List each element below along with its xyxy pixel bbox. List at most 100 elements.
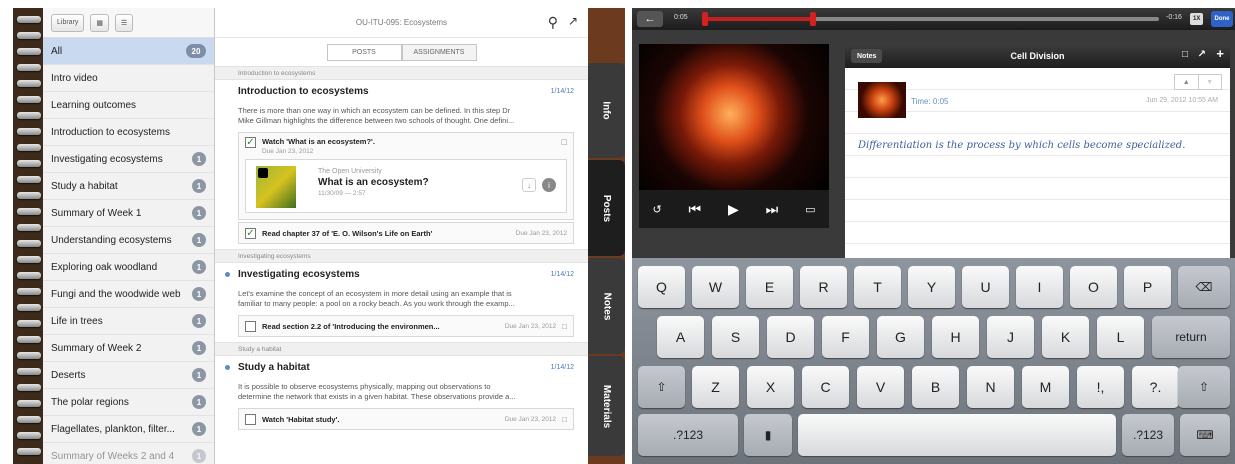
sidebar-item[interactable]: Investigating ecosystems 1 — [43, 146, 214, 173]
post-excerpt: It is possible to observe ecosystems phy… — [238, 378, 574, 406]
key-i[interactable]: I — [1016, 266, 1063, 308]
sidebar-item[interactable]: Life in trees 1 — [43, 308, 214, 335]
key-row3-8[interactable]: ?. — [1132, 366, 1179, 408]
tab-posts[interactable]: POSTS — [326, 43, 402, 61]
next-note-icon[interactable]: ▼ — [1197, 75, 1222, 89]
note-text[interactable]: Differentiation is the process by which … — [858, 140, 1185, 151]
tab-notes[interactable]: Notes — [588, 258, 625, 354]
airplay-icon[interactable]: ▭ — [805, 203, 815, 216]
sidebar-item[interactable]: Deserts 1 — [43, 362, 214, 389]
info-icon[interactable]: i — [542, 178, 556, 192]
previous-icon[interactable]: ⏮ — [689, 201, 702, 218]
key-r[interactable]: R — [800, 266, 847, 308]
key-s[interactable]: S — [712, 316, 759, 358]
key-row3-4[interactable]: B — [912, 366, 959, 408]
key-j[interactable]: J — [987, 316, 1034, 358]
key-a[interactable]: A — [657, 316, 704, 358]
sidebar-item[interactable]: Summary of Week 2 1 — [43, 335, 214, 362]
key-e[interactable]: E — [746, 266, 793, 308]
next-icon[interactable]: ⏭ — [766, 201, 779, 218]
play-icon[interactable]: ▶ — [728, 201, 739, 218]
key-t[interactable]: T — [854, 266, 901, 308]
note-time[interactable]: Time: 0:05 — [911, 97, 949, 106]
sidebar-item[interactable]: Understanding ecosystems 1 — [43, 227, 214, 254]
backspace-key[interactable]: ⌫ — [1178, 266, 1230, 308]
key-row3-3[interactable]: V — [857, 366, 904, 408]
key-row3-0[interactable]: Z — [692, 366, 739, 408]
scrub-thumb[interactable] — [810, 12, 817, 26]
key-row3-5[interactable]: N — [967, 366, 1014, 408]
task-checkbox[interactable] — [245, 320, 256, 332]
shift-right-key[interactable]: ⇧ — [1178, 366, 1230, 408]
grid-view-icon[interactable]: ▦ — [90, 13, 110, 32]
post-study-habitat[interactable]: Study a habitat 1/14/12 It is possible to… — [215, 356, 588, 430]
back-arrow-icon[interactable]: ← — [637, 11, 663, 27]
sidebar-item[interactable]: Flagellates, plankton, filter... 1 — [43, 416, 214, 443]
comment-icon[interactable]: □ — [562, 415, 567, 424]
video-frame-cell-division[interactable] — [639, 44, 829, 190]
notes-button[interactable]: Notes — [851, 49, 883, 63]
space-key[interactable] — [798, 414, 1116, 456]
binder-ring — [17, 112, 41, 119]
download-icon[interactable]: ↓ — [522, 178, 536, 192]
sidebar-item[interactable]: Fungi and the woodwide web 1 — [43, 281, 214, 308]
list-view-icon[interactable]: ☰ — [115, 13, 134, 32]
search-icon[interactable]: ⚲ — [548, 14, 558, 31]
key-p[interactable]: P — [1124, 266, 1171, 308]
post-investigating[interactable]: Investigating ecosystems 1/14/12 Let's ex… — [215, 263, 596, 337]
key-y[interactable]: Y — [908, 266, 955, 308]
progress-track[interactable] — [702, 12, 1159, 26]
speed-button[interactable]: 1X — [1190, 13, 1204, 25]
tab-info[interactable]: Info — [588, 63, 625, 158]
trash-icon[interactable]: □ — [1182, 49, 1188, 60]
key-row3-6[interactable]: M — [1022, 366, 1069, 408]
previous-note-icon[interactable]: ▲ — [1175, 75, 1198, 89]
numbers-key-left[interactable]: .?123 — [638, 414, 738, 456]
key-q[interactable]: Q — [638, 266, 685, 308]
key-row3-7[interactable]: !, — [1077, 366, 1124, 408]
shift-left-key[interactable]: ⇧ — [638, 366, 685, 408]
post-introduction[interactable]: Introduction to ecosystems 1/14/12 There … — [215, 80, 596, 244]
key-w[interactable]: W — [692, 266, 739, 308]
rewind-30-icon[interactable]: ↺ — [652, 203, 661, 216]
task-checkbox[interactable] — [245, 413, 256, 425]
key-g[interactable]: G — [877, 316, 924, 358]
task-checkbox[interactable]: ✓ — [245, 137, 256, 148]
comment-icon[interactable]: □ — [562, 137, 567, 147]
key-f[interactable]: F — [822, 316, 869, 358]
sidebar-item[interactable]: Summary of Weeks 2 and 4 1 — [43, 443, 214, 464]
comment-icon[interactable]: □ — [562, 322, 567, 331]
key-row3-1[interactable]: X — [747, 366, 794, 408]
share-icon[interactable]: ↗ — [568, 14, 578, 28]
add-icon[interactable]: + — [1216, 46, 1224, 61]
sidebar-item[interactable]: Learning outcomes — [43, 92, 214, 119]
numbers-key-right[interactable]: .?123 — [1122, 414, 1174, 456]
done-button[interactable]: Done — [1211, 11, 1233, 27]
key-l[interactable]: L — [1097, 316, 1144, 358]
resource-card[interactable]: The Open University What is an ecosystem… — [245, 159, 567, 213]
key-h[interactable]: H — [932, 316, 979, 358]
sidebar-item[interactable]: Exploring oak woodland 1 — [43, 254, 214, 281]
note-thumbnail[interactable] — [858, 82, 906, 118]
share-icon[interactable]: ↗ — [1198, 49, 1206, 60]
sidebar-item[interactable]: The polar regions 1 — [43, 389, 214, 416]
microphone-icon[interactable]: ▮ — [744, 414, 792, 456]
sidebar-item[interactable]: Study a habitat 1 — [43, 173, 214, 200]
key-u[interactable]: U — [962, 266, 1009, 308]
return-key[interactable]: return — [1152, 316, 1230, 358]
sidebar-item[interactable]: Intro video — [43, 65, 214, 92]
sidebar-item[interactable]: Summary of Week 1 1 — [43, 200, 214, 227]
keyboard-dismiss-icon[interactable]: ⌨ — [1180, 414, 1230, 456]
task-checkbox[interactable]: ✓ — [245, 227, 256, 239]
sidebar-item[interactable]: Introduction to ecosystems — [43, 119, 214, 146]
library-button[interactable]: Library — [51, 13, 85, 32]
key-d[interactable]: D — [767, 316, 814, 358]
excerpt-line: Mike Gillman highlights the difference b… — [238, 116, 515, 125]
key-k[interactable]: K — [1042, 316, 1089, 358]
key-row3-2[interactable]: C — [802, 366, 849, 408]
tab-assignments[interactable]: ASSIGNMENTS — [401, 43, 477, 61]
sidebar-item[interactable]: All 20 — [43, 38, 214, 65]
tab-materials[interactable]: Materials — [588, 356, 625, 456]
key-o[interactable]: O — [1070, 266, 1117, 308]
tab-posts-side[interactable]: Posts — [588, 160, 625, 256]
